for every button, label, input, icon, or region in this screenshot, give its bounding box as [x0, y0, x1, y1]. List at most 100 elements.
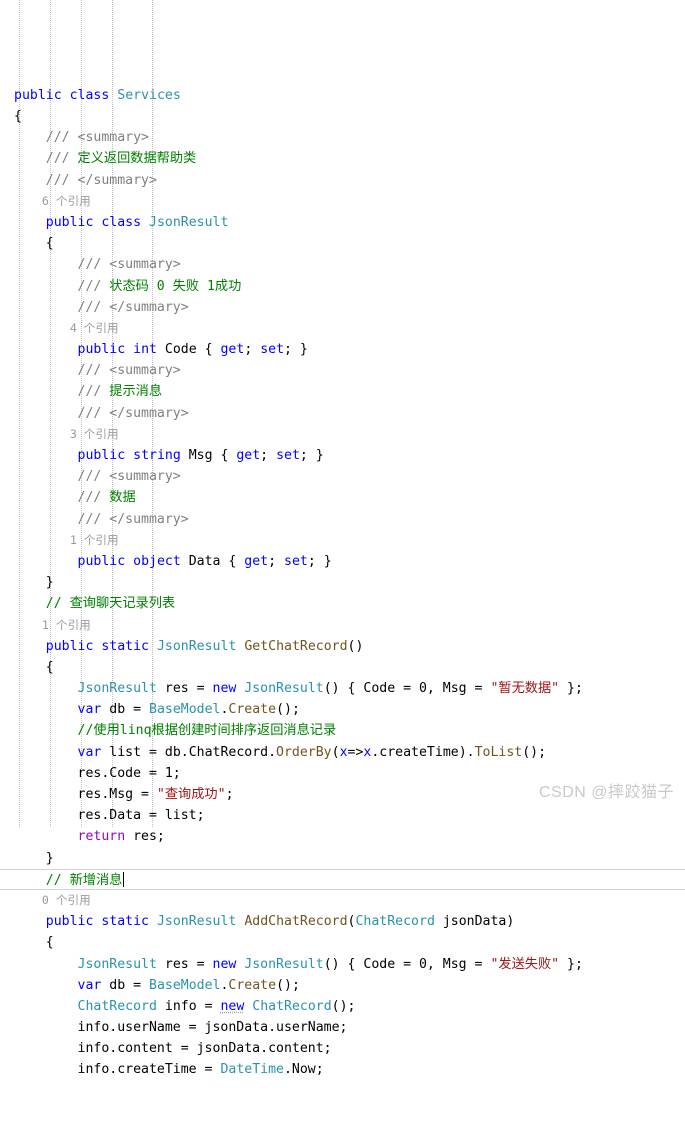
token-lens: 4 个引用: [14, 320, 119, 335]
token-type: BaseModel: [149, 977, 221, 993]
code-line[interactable]: public static JsonResult GetChatRecord(): [0, 636, 685, 657]
code-line[interactable]: //使用linq根据创建时间排序返回消息记录: [0, 720, 685, 741]
code-line[interactable]: 3 个引用: [0, 424, 685, 445]
token-meth: ToList: [474, 744, 523, 760]
token-xdoc: ///: [14, 130, 78, 146]
token-plain: res;: [125, 829, 165, 845]
code-line[interactable]: {: [0, 106, 685, 127]
code-line[interactable]: 6 个引用: [0, 191, 685, 212]
code-line[interactable]: {: [0, 932, 685, 953]
code-line[interactable]: info.userName = jsonData.userName;: [0, 1017, 685, 1038]
token-plain: }: [14, 575, 54, 591]
token-plain: .: [220, 977, 229, 993]
code-line[interactable]: 4 个引用: [0, 318, 685, 339]
token-cmt: // 查询聊天记录列表: [14, 596, 176, 612]
token-type: JsonResult: [77, 956, 157, 972]
token-type: JsonResult: [149, 214, 229, 230]
code-line[interactable]: /// </summary>: [0, 170, 685, 191]
token-plain: {: [14, 109, 22, 124]
token-kw: set: [276, 448, 300, 463]
code-line[interactable]: res.Data = list;: [0, 805, 685, 826]
code-line[interactable]: public string Msg { get; set; }: [0, 445, 685, 466]
token-plain: ();: [276, 702, 300, 718]
code-line[interactable]: ChatRecord info = new ChatRecord();: [0, 996, 685, 1017]
token-plain: (): [347, 638, 364, 654]
token-kw: set: [260, 342, 285, 358]
code-line[interactable]: public class JsonResult: [0, 212, 685, 233]
code-line[interactable]: var list = db.ChatRecord.OrderBy(x=>x.cr…: [0, 742, 685, 763]
token-type: DateTime: [220, 1062, 284, 1078]
token-meth: OrderBy: [276, 744, 332, 760]
code-editor[interactable]: public class Services { /// <summary> ///…: [0, 0, 685, 1077]
token-xdoc: ///: [14, 278, 110, 294]
token-plain: (: [347, 914, 356, 930]
code-line[interactable]: info.content = jsonData.content;: [0, 1038, 685, 1059]
code-line[interactable]: public static JsonResult AddChatRecord(C…: [0, 911, 685, 932]
code-line[interactable]: /// 提示消息: [0, 381, 685, 402]
token-kw: public: [45, 214, 94, 230]
code-line[interactable]: }: [0, 572, 685, 593]
token-xdoc: ///: [14, 257, 110, 273]
token-meth: Create: [228, 702, 277, 718]
token-type: ChatRecord: [252, 998, 332, 1014]
token-xdoc: </summary>: [77, 172, 157, 188]
code-line[interactable]: JsonResult res = new JsonResult() { Code…: [0, 678, 685, 699]
token-plain: Msg {: [180, 448, 237, 463]
code-line[interactable]: /// 状态码 0 失败 1成功: [0, 276, 685, 297]
code-line[interactable]: }: [0, 848, 685, 869]
token-cmt: 提示消息: [109, 384, 163, 400]
code-line[interactable]: /// </summary>: [0, 297, 685, 318]
code-line[interactable]: JsonResult res = new JsonResult() { Code…: [0, 954, 685, 975]
token-kw: public: [45, 638, 94, 654]
token-kw: new: [212, 681, 237, 697]
token-plain: };: [559, 681, 583, 697]
code-line[interactable]: /// </summary>: [0, 509, 685, 530]
token-lens: 3 个引用: [14, 426, 119, 441]
token-plain: .Now;: [283, 1062, 324, 1078]
code-line[interactable]: /// 数据: [0, 487, 685, 508]
code-line[interactable]: /// <summary>: [0, 127, 685, 148]
code-line[interactable]: public int Code { get; set; }: [0, 339, 685, 360]
code-line[interactable]: // 新增消息: [0, 868, 685, 890]
token-meth: GetChatRecord: [244, 638, 348, 654]
token-plain: {: [14, 659, 54, 675]
code-line[interactable]: /// <summary>: [0, 254, 685, 275]
code-content[interactable]: public class Services { /// <summary> ///…: [0, 85, 685, 1081]
code-line[interactable]: return res;: [0, 826, 685, 847]
code-line[interactable]: /// <summary>: [0, 466, 685, 487]
code-line[interactable]: public object Data { get; set; }: [0, 551, 685, 572]
token-xdoc: ///: [14, 363, 110, 379]
token-cmt: 定义返回数据帮助类: [77, 151, 197, 167]
code-line[interactable]: public class Services: [0, 85, 685, 106]
code-line[interactable]: // 查询聊天记录列表: [0, 593, 685, 614]
token-kw: get: [244, 553, 269, 569]
token-kw: public: [77, 553, 126, 569]
token-cmt: //使用linq根据创建时间排序返回消息记录: [14, 723, 337, 739]
token-xdoc: ///: [14, 469, 110, 485]
code-line[interactable]: /// </summary>: [0, 403, 685, 424]
token-kw: get: [220, 342, 245, 358]
code-line[interactable]: info.createTime = DateTime.Now;: [0, 1059, 685, 1080]
code-line[interactable]: var db = BaseModel.Create();: [0, 975, 685, 996]
token-kw: class: [69, 87, 110, 103]
code-line[interactable]: {: [0, 657, 685, 678]
token-xdoc: <summary>: [109, 257, 181, 273]
code-line[interactable]: /// 定义返回数据帮助类: [0, 148, 685, 169]
code-line[interactable]: 1 个引用: [0, 530, 685, 551]
code-line[interactable]: /// <summary>: [0, 360, 685, 381]
code-line[interactable]: 1 个引用: [0, 615, 685, 636]
token-kw: object: [133, 553, 181, 569]
code-line[interactable]: 0 个引用: [0, 890, 685, 911]
token-lens: 6 个引用: [14, 193, 91, 208]
token-xdoc: </summary>: [109, 299, 189, 315]
code-line[interactable]: var db = BaseModel.Create();: [0, 699, 685, 720]
code-line[interactable]: {: [0, 233, 685, 254]
token-meth: Create: [228, 977, 277, 993]
